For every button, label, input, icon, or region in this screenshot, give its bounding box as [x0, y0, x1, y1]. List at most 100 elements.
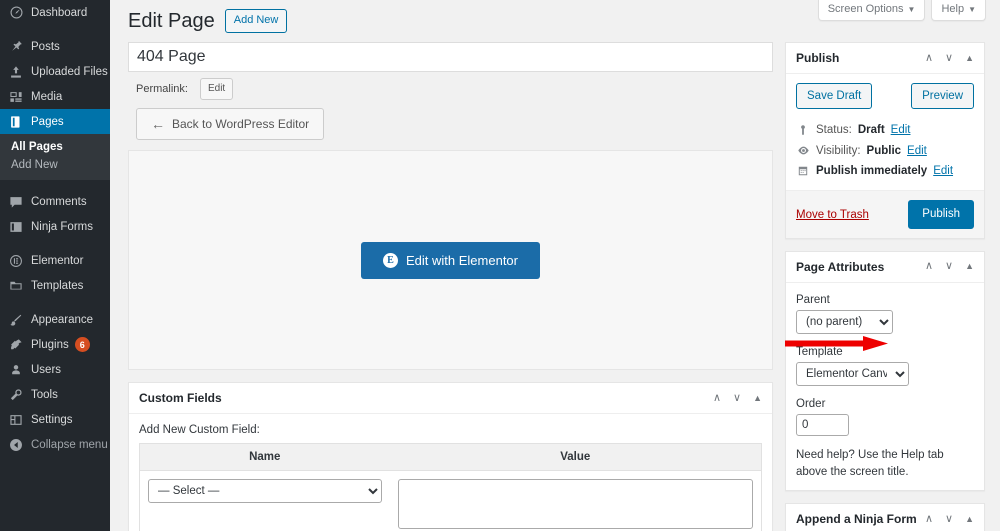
sidebar-item-plugins[interactable]: Plugins 6	[0, 332, 110, 357]
toggle-panel-icon[interactable]: ▲	[965, 262, 974, 271]
sidebar-item-elementor[interactable]: Elementor	[0, 248, 110, 273]
sidebar-item-label: Uploaded Files	[31, 66, 108, 78]
add-new-button[interactable]: Add New	[225, 9, 288, 33]
page-attributes-panel: Page Attributes ∧ ∨ ▲ Parent (no parent)	[785, 251, 985, 492]
custom-field-value-cell	[390, 471, 762, 531]
settings-icon	[8, 412, 24, 428]
status-row: Status: Draft Edit	[796, 120, 974, 140]
back-to-wordpress-editor-button[interactable]: ← Back to WordPress Editor	[136, 108, 324, 140]
sidebar-submenu-pages: All Pages Add New	[0, 134, 110, 180]
chevron-down-icon: ▼	[968, 5, 976, 14]
post-title-input[interactable]	[128, 42, 773, 72]
screen-options-tab[interactable]: Screen Options ▼	[818, 0, 926, 21]
toggle-panel-icon[interactable]: ▲	[965, 515, 974, 524]
help-tab[interactable]: Help ▼	[931, 0, 986, 21]
move-up-icon[interactable]: ∧	[713, 393, 721, 404]
media-icon	[8, 89, 24, 105]
toggle-panel-icon[interactable]: ▲	[965, 54, 974, 63]
panel-controls: ∧ ∨ ▲	[925, 53, 974, 64]
move-up-icon[interactable]: ∧	[925, 514, 933, 525]
help-label: Help	[941, 3, 964, 15]
page-attributes-help-note: Need help? Use the Help tab above the sc…	[796, 447, 974, 482]
elementor-icon	[8, 253, 24, 269]
sidebar-item-templates[interactable]: Templates	[0, 273, 110, 298]
sidebar-subitem-add-new[interactable]: Add New	[0, 156, 110, 174]
order-label: Order	[796, 398, 974, 410]
dashboard-icon	[8, 5, 24, 21]
move-down-icon[interactable]: ∨	[945, 514, 953, 525]
publish-actions-row: Save Draft Preview	[796, 83, 974, 109]
post-body: Permalink: Edit ← Back to WordPress Edit…	[128, 42, 986, 531]
tools-icon	[8, 387, 24, 403]
column-header-value: Value	[390, 444, 762, 471]
sidebar-item-media[interactable]: Media	[0, 84, 110, 109]
sidebar-item-settings[interactable]: Settings	[0, 407, 110, 432]
pages-icon	[8, 114, 24, 130]
custom-fields-title: Custom Fields	[139, 391, 222, 405]
custom-field-value-textarea[interactable]	[398, 479, 754, 529]
screen-meta-links: Screen Options ▼ Help ▼	[818, 0, 986, 21]
sidebar-item-dashboard[interactable]: Dashboard	[0, 0, 110, 25]
move-up-icon[interactable]: ∧	[925, 261, 933, 272]
sidebar-item-comments[interactable]: Comments	[0, 189, 110, 214]
collapse-menu-label: Collapse menu	[31, 439, 108, 451]
schedule-row: Publish immediately Edit	[796, 161, 974, 181]
sidebar-item-ninja-forms[interactable]: Ninja Forms	[0, 214, 110, 239]
title-field-wrapper	[128, 42, 773, 72]
custom-fields-table: Name Value — Select —	[139, 443, 762, 531]
sidebar-item-label: Plugins	[31, 339, 69, 351]
plugins-update-badge: 6	[75, 337, 90, 352]
preview-button[interactable]: Preview	[911, 83, 974, 109]
page-attributes-header: Page Attributes ∧ ∨ ▲	[786, 252, 984, 283]
sidebar-item-label: Elementor	[31, 255, 83, 267]
upload-icon	[8, 64, 24, 80]
move-to-trash-link[interactable]: Move to Trash	[796, 209, 869, 221]
chevron-down-icon: ▼	[908, 5, 916, 14]
permalink-row: Permalink: Edit	[128, 72, 773, 104]
template-select[interactable]: Elementor Canvas	[796, 362, 909, 386]
edit-visibility-link[interactable]: Edit	[907, 145, 927, 157]
move-down-icon[interactable]: ∨	[945, 53, 953, 64]
append-ninja-form-panel: Append a Ninja Form ∧ ∨ ▲ -- None	[785, 503, 985, 531]
back-button-label: Back to WordPress Editor	[172, 117, 309, 131]
edit-status-link[interactable]: Edit	[891, 124, 911, 136]
edit-with-elementor-button[interactable]: E Edit with Elementor	[361, 242, 540, 279]
screen-options-label: Screen Options	[828, 3, 904, 15]
plugins-icon	[8, 337, 24, 353]
wp-body: Screen Options ▼ Help ▼ Edit Page Add New …	[110, 0, 1000, 531]
publish-button[interactable]: Publish	[908, 200, 974, 228]
append-ninja-form-header: Append a Ninja Form ∧ ∨ ▲	[786, 504, 984, 531]
move-up-icon[interactable]: ∧	[925, 53, 933, 64]
sidebar-item-posts[interactable]: Posts	[0, 34, 110, 59]
toggle-panel-icon[interactable]: ▲	[753, 394, 762, 403]
sidebar-item-pages[interactable]: Pages	[0, 109, 110, 134]
column-header-name: Name	[140, 444, 390, 471]
sidebar-item-tools[interactable]: Tools	[0, 382, 110, 407]
sidebar-item-appearance[interactable]: Appearance	[0, 307, 110, 332]
edit-permalink-button[interactable]: Edit	[200, 78, 233, 100]
page-attributes-title: Page Attributes	[796, 260, 884, 274]
order-input[interactable]	[796, 414, 849, 436]
publish-panel-title: Publish	[796, 51, 839, 65]
sidebar-item-users[interactable]: Users	[0, 357, 110, 382]
custom-fields-panel: Custom Fields ∧ ∨ ▲ Add New Custom Field…	[128, 382, 773, 531]
edit-schedule-link[interactable]: Edit	[933, 165, 953, 177]
wrap: Edit Page Add New Permalink: Edit ←	[110, 0, 1000, 531]
publish-panel: Publish ∧ ∨ ▲ Save Draft Preview	[785, 42, 985, 239]
save-draft-button[interactable]: Save Draft	[796, 83, 872, 109]
sidebar-item-uploaded-files[interactable]: Uploaded Files	[0, 59, 110, 84]
move-down-icon[interactable]: ∨	[733, 393, 741, 404]
status-label: Status:	[816, 124, 852, 136]
custom-field-name-select[interactable]: — Select —	[148, 479, 382, 503]
permalink-label: Permalink:	[136, 83, 188, 95]
custom-field-name-cell: — Select —	[140, 471, 390, 531]
move-down-icon[interactable]: ∨	[945, 261, 953, 272]
sidebar-subitem-all-pages[interactable]: All Pages	[0, 138, 110, 156]
publish-panel-header: Publish ∧ ∨ ▲	[786, 43, 984, 74]
visibility-label: Visibility:	[816, 145, 861, 157]
parent-select[interactable]: (no parent)	[796, 310, 893, 334]
edit-with-elementor-label: Edit with Elementor	[406, 253, 518, 268]
schedule-label: Publish immediately	[816, 165, 927, 177]
sidebar-item-label: Comments	[31, 196, 87, 208]
collapse-menu-button[interactable]: Collapse menu	[0, 432, 110, 457]
